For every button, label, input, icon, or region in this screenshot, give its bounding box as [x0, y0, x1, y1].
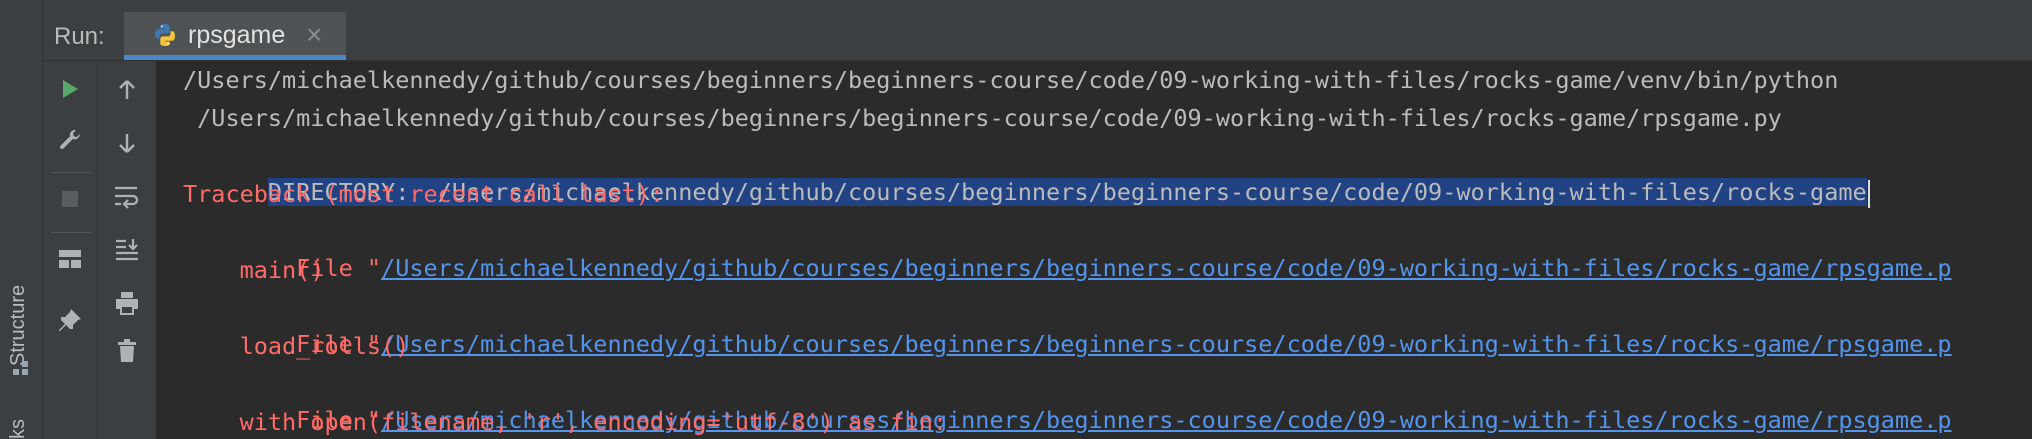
traceback-file-line: File "/Users/michaelkennedy/github/cours… — [183, 290, 1951, 358]
soft-wrap-icon[interactable] — [107, 177, 147, 217]
file-link[interactable]: /Users/michaelkennedy/github/courses/beg… — [381, 254, 1951, 282]
arrow-down-icon[interactable] — [107, 123, 147, 163]
layout-icon[interactable] — [50, 239, 90, 279]
toolbar-separator — [51, 172, 91, 173]
tab-rpsgame[interactable]: rpsgame × — [124, 12, 346, 60]
run-toolbar-left — [43, 61, 98, 439]
arrow-up-icon[interactable] — [107, 70, 147, 110]
tab-active-indicator — [124, 55, 346, 60]
text-caret — [1867, 179, 1870, 208]
run-label: Run: — [54, 23, 105, 50]
stop-icon[interactable] — [50, 179, 90, 219]
print-icon[interactable] — [107, 283, 147, 323]
trash-icon[interactable] — [107, 331, 147, 371]
console-line-interpreter: /Users/michaelkennedy/github/courses/beg… — [183, 66, 1839, 94]
tab-label: rpsgame — [188, 21, 286, 49]
structure-tool-tab[interactable]: Structure — [7, 285, 30, 366]
traceback-code-line: load_rolls() — [183, 332, 410, 360]
run-tabbar: Run: rpsgame × — [43, 12, 2032, 61]
console-output[interactable]: /Users/michaelkennedy/github/courses/beg… — [157, 61, 2032, 439]
traceback-code-line: main() — [183, 256, 325, 284]
toolbar-separator — [51, 232, 91, 233]
traceback-file-line: File "/Users/michaelkennedy/github/cours… — [183, 366, 1951, 434]
wrench-icon[interactable] — [50, 120, 90, 160]
file-link[interactable]: /Users/michaelkennedy/github/courses/beg… — [381, 330, 1951, 358]
ide-window: Structure ks Run: rpsgame × /Users/micha… — [0, 0, 2032, 439]
scroll-to-end-icon[interactable] — [107, 230, 147, 270]
pin-icon[interactable] — [50, 301, 90, 341]
python-icon — [152, 22, 178, 48]
structure-icon — [11, 358, 31, 378]
console-line-traceback: Traceback (most recent call last): — [183, 180, 665, 208]
tool-window-stripe: Structure ks — [0, 0, 43, 439]
run-icon[interactable] — [50, 69, 90, 109]
traceback-file-line: File "/Users/michaelkennedy/github/cours… — [183, 214, 1951, 282]
traceback-code-line: with open(filename, 'r', encoding='utf-8… — [183, 408, 948, 436]
bookmarks-tool-tab[interactable]: ks — [7, 419, 30, 439]
console-line-directory[interactable]: DIRECTORY: /Users/michaelkennedy/github/… — [183, 138, 1870, 208]
run-toolbar-right — [98, 61, 157, 439]
close-icon[interactable]: × — [306, 19, 322, 51]
console-line-script: /Users/michaelkennedy/github/courses/beg… — [183, 104, 1782, 132]
